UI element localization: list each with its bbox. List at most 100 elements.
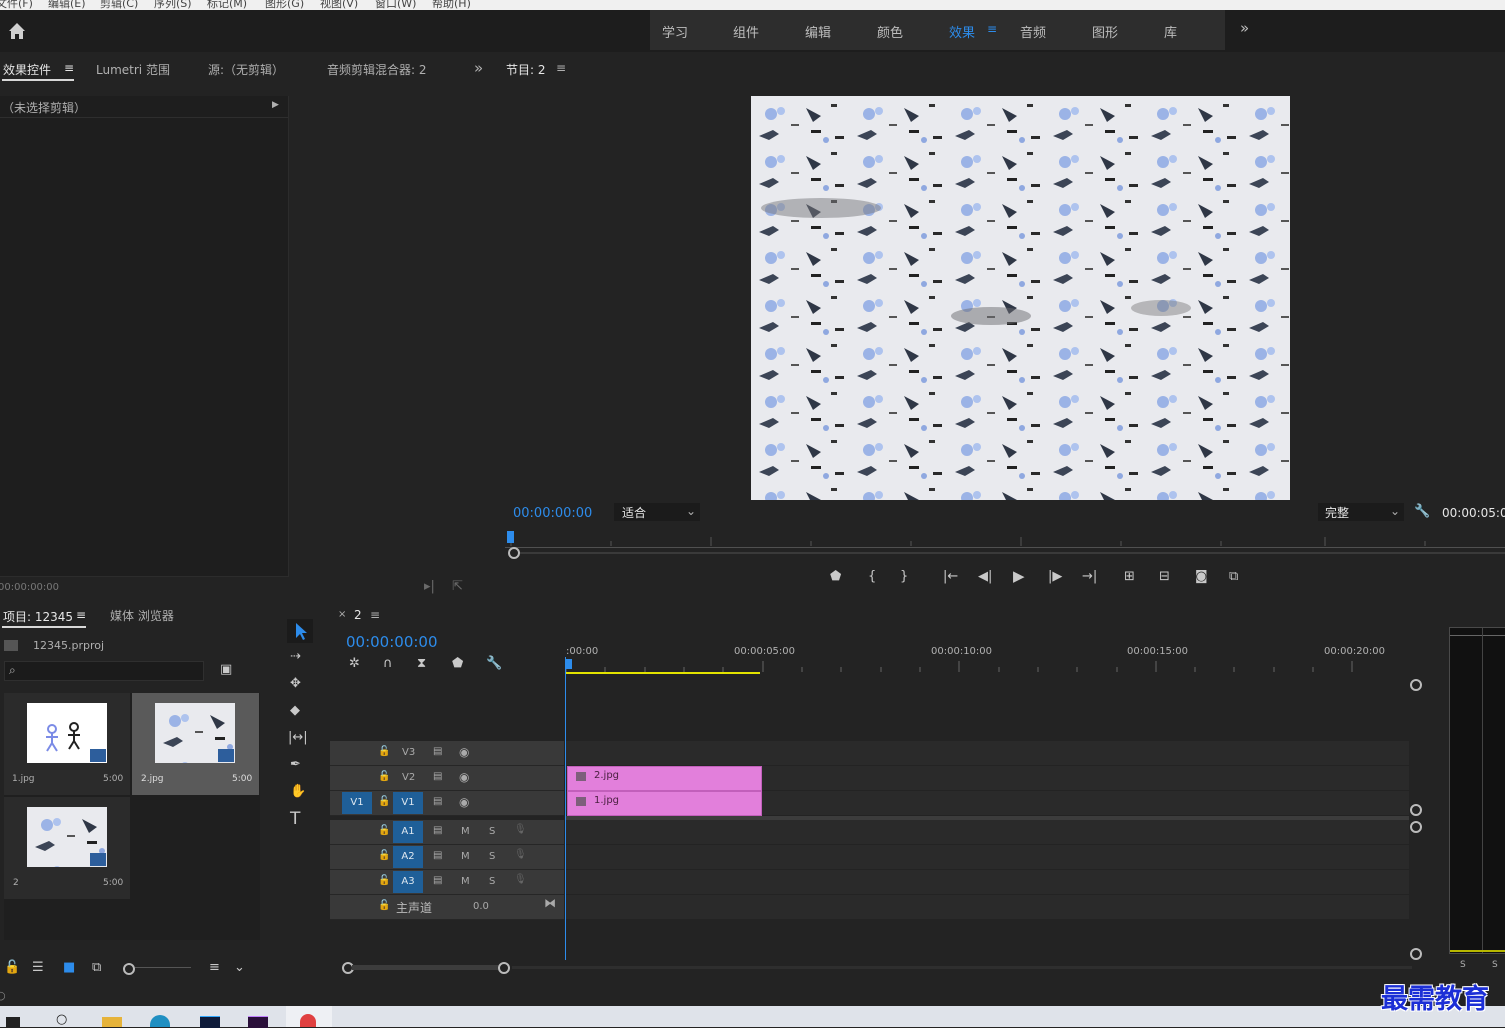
play-icon[interactable]: ▶ (1013, 569, 1025, 584)
find-icon[interactable]: ▣ (220, 663, 232, 677)
sync-lock-icon[interactable]: ▤ (433, 771, 442, 782)
project-item-3[interactable]: 2 5:00 (4, 797, 130, 899)
nest-icon[interactable]: ✲ (349, 657, 360, 671)
h-scrollbar[interactable] (352, 965, 500, 970)
extract-icon[interactable]: ⊟ (1159, 570, 1170, 584)
lift-icon[interactable]: ⊞ (1124, 570, 1135, 584)
timeline-playhead[interactable] (565, 657, 566, 960)
work-area-bar[interactable] (566, 672, 760, 674)
camera-icon[interactable]: ◙ (1195, 570, 1208, 584)
snap-magnet-icon[interactable]: ∩ (383, 657, 393, 671)
zoom-scrollbar[interactable] (520, 552, 1505, 554)
solo-button[interactable]: S (489, 876, 495, 887)
sort-icon[interactable]: ≡ (209, 961, 220, 975)
menu-help[interactable]: 帮助(H) (432, 0, 471, 10)
sequence-tab[interactable]: 2 (354, 608, 362, 622)
sync-lock-icon[interactable]: ▤ (433, 796, 442, 807)
workspace-audio[interactable]: 音频 (1020, 22, 1046, 41)
a-scroll-bottom-handle[interactable] (1410, 948, 1422, 960)
master-volume[interactable]: 0.0 (473, 901, 489, 912)
eye-icon[interactable]: ◉ (459, 795, 469, 809)
program-playhead-timecode[interactable]: 00:00:00:00 (513, 506, 592, 521)
sync-lock-icon[interactable]: ▤ (433, 850, 442, 861)
mute-button[interactable]: M (461, 876, 470, 887)
timeline-settings-icon[interactable]: 🔧 (486, 657, 502, 671)
active-app-tab[interactable] (286, 1006, 332, 1027)
workspace-graphics[interactable]: 图形 (1092, 22, 1118, 41)
edge-icon[interactable] (150, 1015, 170, 1027)
fit-dropdown[interactable]: 适合 ⌄ (614, 503, 700, 521)
microphone-icon[interactable]: 🎙 (514, 824, 527, 835)
menu-sequence[interactable]: 序列(S) (154, 0, 192, 10)
type-tool-icon[interactable]: T (290, 811, 300, 828)
mark-in-icon[interactable]: { (868, 570, 876, 584)
tab-lumetri-scopes[interactable]: Lumetri 范围 (96, 61, 170, 78)
slip-icon[interactable]: |↔| (288, 731, 308, 745)
clip-1jpg[interactable]: 1.jpg (567, 791, 762, 816)
menu-edit[interactable]: 编辑(E) (48, 0, 86, 10)
workspace-effects[interactable]: 效果 (949, 22, 975, 41)
close-sequence-icon[interactable]: × (338, 609, 346, 620)
track-label[interactable]: V3 (402, 747, 415, 758)
tab-effect-controls[interactable]: 效果控件 (3, 61, 51, 78)
track-lock-icon[interactable]: 🔓 (378, 825, 390, 836)
menu-marker[interactable]: 标记(M) (207, 0, 247, 10)
workspace-libraries[interactable]: 库 (1164, 22, 1177, 41)
workspace-assembly[interactable]: 组件 (733, 22, 759, 41)
project-search-input[interactable]: ⌕ (4, 661, 204, 681)
pen-icon[interactable]: ✒ (290, 758, 301, 772)
project-item-2[interactable]: 2.jpg 5:00 (132, 693, 259, 795)
track-lane-a3[interactable] (566, 870, 1409, 895)
program-menu-icon[interactable]: ≡ (556, 61, 566, 75)
razor-icon[interactable]: ◆ (290, 704, 300, 718)
playhead-handle[interactable] (565, 659, 572, 669)
chevron-down-icon[interactable]: ⌄ (234, 961, 245, 975)
clip-2jpg[interactable]: 2.jpg (567, 766, 762, 791)
panel-menu-icon[interactable]: ≡ (64, 61, 74, 75)
timeline-menu-icon[interactable]: ≡ (370, 608, 380, 622)
zoom-slider[interactable] (135, 967, 191, 968)
step-back-icon[interactable]: ◀| (978, 570, 992, 584)
solo-button[interactable]: S (489, 826, 495, 837)
workspace-editing[interactable]: 编辑 (805, 22, 831, 41)
play-audio-icon[interactable]: ▸| (424, 580, 435, 594)
menu-file[interactable]: 文件(F) (0, 0, 33, 10)
tab-project[interactable]: 项目: 12345 (3, 608, 73, 625)
track-target-a1[interactable]: A1 (393, 821, 423, 843)
step-forward-icon[interactable]: |▶ (1048, 570, 1062, 584)
h-scroll-right-handle[interactable] (498, 962, 510, 974)
linked-selection-icon[interactable]: ⧗ (417, 657, 426, 671)
v-scroll-bottom-handle[interactable] (1410, 804, 1422, 816)
hand-icon[interactable]: ✋ (290, 785, 306, 799)
solo-button[interactable]: S (489, 851, 495, 862)
track-lock-icon[interactable]: 🔓 (378, 796, 390, 807)
comparison-view-icon[interactable]: ⧉ (1229, 570, 1238, 584)
eye-icon[interactable]: ◉ (459, 745, 469, 759)
a-scroll-top-handle[interactable] (1410, 821, 1422, 833)
track-lock-icon[interactable]: 🔓 (378, 771, 390, 782)
menu-view[interactable]: 视图(V) (320, 0, 358, 10)
go-to-out-icon[interactable]: →| (1082, 570, 1097, 584)
premiere-icon[interactable] (248, 1016, 268, 1028)
quality-dropdown[interactable]: 完整 ⌄ (1318, 503, 1404, 521)
sync-lock-icon[interactable]: ▤ (433, 875, 442, 886)
h-scroll-track[interactable] (512, 966, 1412, 969)
file-explorer-icon[interactable] (102, 1017, 122, 1027)
project-menu-icon[interactable]: ≡ (76, 608, 86, 622)
workspace-color[interactable]: 颜色 (877, 22, 903, 41)
mute-button[interactable]: M (461, 851, 470, 862)
meter-solo-right[interactable]: S (1492, 960, 1498, 970)
taskbar-search-icon[interactable]: ○ (56, 1012, 67, 1027)
project-item-1[interactable]: 1.jpg 5:00 (4, 693, 130, 795)
track-target-v1[interactable]: V1 (393, 792, 423, 814)
windows-start-icon[interactable] (6, 1017, 20, 1027)
track-lock-icon[interactable]: 🔓 (378, 875, 390, 886)
track-lock-icon[interactable]: 🔓 (378, 746, 390, 757)
menu-window[interactable]: 窗口(W) (375, 0, 416, 10)
program-title[interactable]: 节目: 2 (506, 61, 546, 78)
microphone-icon[interactable]: 🎙 (514, 874, 527, 885)
go-to-end-icon[interactable]: ⧓ (544, 896, 556, 910)
track-lock-icon[interactable]: 🔓 (378, 900, 390, 911)
go-to-in-icon[interactable]: |← (943, 570, 958, 584)
microphone-icon[interactable]: 🎙 (514, 849, 527, 860)
